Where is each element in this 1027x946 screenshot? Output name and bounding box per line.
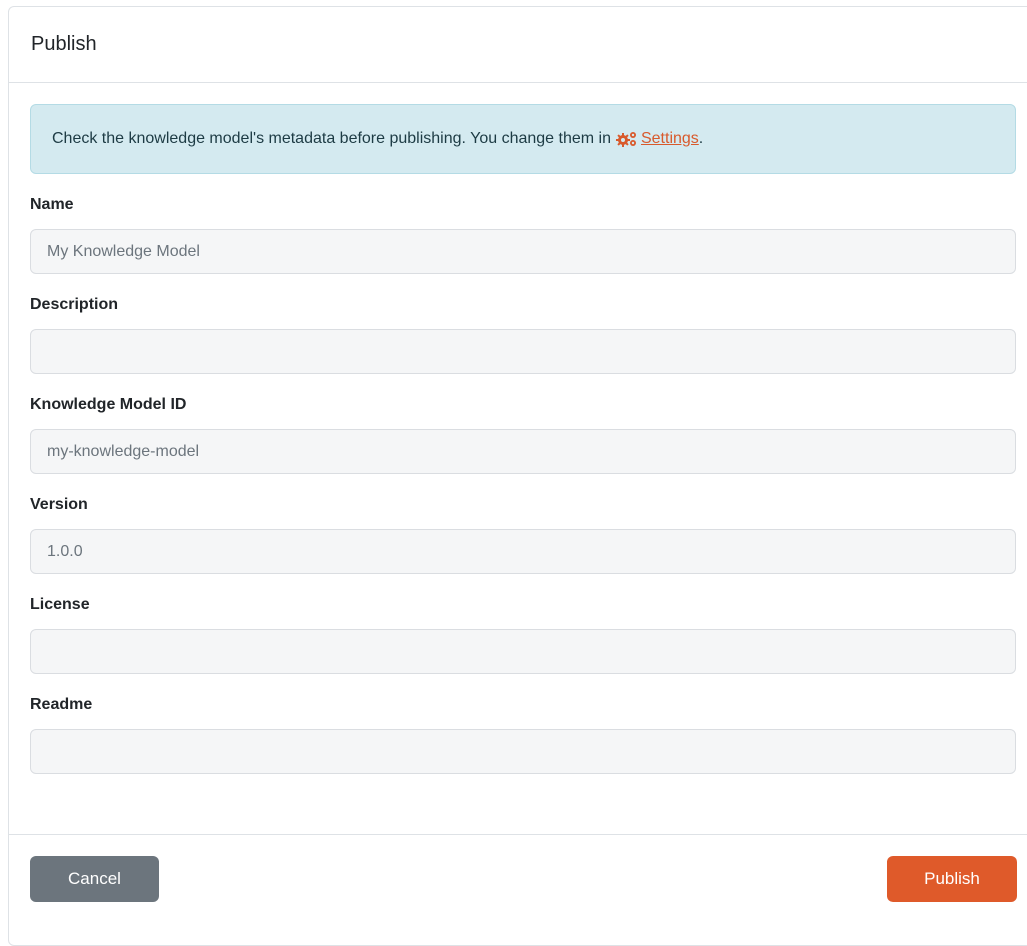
modal-footer: Cancel Publish — [9, 835, 1027, 935]
modal-title: Publish — [31, 33, 97, 55]
publish-button[interactable]: Publish — [887, 856, 1017, 902]
version-input[interactable] — [30, 529, 1016, 574]
cancel-button[interactable]: Cancel — [30, 856, 159, 902]
name-input[interactable] — [30, 229, 1016, 274]
version-group: Version — [30, 496, 1027, 574]
license-input[interactable] — [30, 629, 1016, 674]
publish-modal: Publish Check the knowledge model's meta… — [8, 6, 1027, 946]
km-id-label: Knowledge Model ID — [30, 396, 187, 413]
description-input[interactable] — [30, 329, 1016, 374]
km-id-input[interactable] — [30, 429, 1016, 474]
version-label: Version — [30, 496, 88, 513]
alert-suffix: . — [698, 130, 704, 147]
description-label: Description — [30, 296, 119, 313]
license-group: License — [30, 596, 1027, 674]
readme-label: Readme — [30, 696, 93, 713]
info-alert: Check the knowledge model's metadata bef… — [30, 104, 1016, 174]
readme-group: Readme — [30, 696, 1027, 774]
license-label: License — [30, 596, 90, 613]
name-group: Name — [30, 196, 1027, 274]
gears-icon — [615, 132, 636, 147]
settings-link[interactable]: Settings — [641, 130, 699, 148]
name-label: Name — [30, 196, 74, 213]
modal-header: Publish — [9, 7, 1027, 83]
readme-input[interactable] — [30, 729, 1016, 774]
description-group: Description — [30, 296, 1027, 374]
alert-text: Check the knowledge model's metadata bef… — [52, 130, 611, 147]
modal-body: Check the knowledge model's metadata bef… — [9, 83, 1027, 835]
km-id-group: Knowledge Model ID — [30, 396, 1027, 474]
